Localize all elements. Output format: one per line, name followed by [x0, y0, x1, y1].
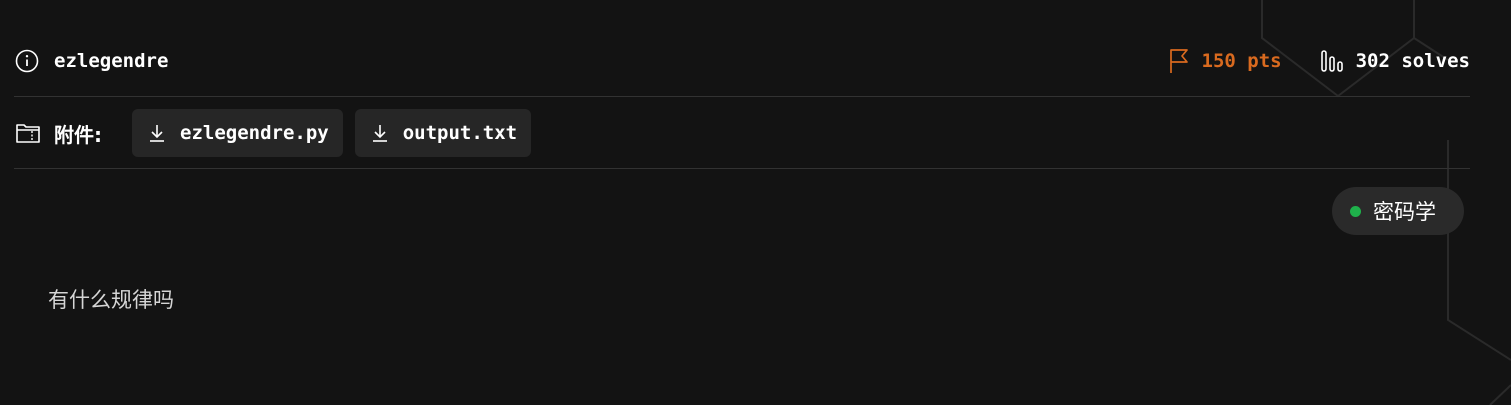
download-icon	[148, 123, 166, 143]
solves-value: 302 solves	[1355, 50, 1470, 72]
category-label: 密码学	[1373, 200, 1436, 224]
challenge-header: ezlegendre 150 pts 302 solves	[14, 38, 1470, 84]
points-value: 150 pts	[1201, 50, 1282, 72]
category-status-dot	[1350, 205, 1361, 217]
attachment-filename: ezlegendre.py	[180, 122, 329, 144]
attachment-download-button[interactable]: output.txt	[354, 109, 532, 157]
attachments-row: 附件: ezlegendre.py output.txt	[14, 108, 543, 158]
attachments-label: 附件:	[54, 122, 102, 147]
challenge-stats: 150 pts 302 solves	[1168, 48, 1470, 74]
title-group: ezlegendre	[14, 48, 168, 74]
divider	[14, 168, 1470, 169]
solves-display: 302 solves	[1320, 49, 1470, 73]
divider	[14, 96, 1470, 97]
challenge-title: ezlegendre	[54, 50, 169, 72]
bar-chart-icon	[1320, 49, 1344, 73]
points-display: 150 pts	[1168, 48, 1282, 74]
folder-icon	[14, 119, 42, 147]
attachment-download-button[interactable]: ezlegendre.py	[132, 109, 343, 157]
attachment-filename: output.txt	[402, 122, 518, 144]
flag-icon	[1168, 48, 1190, 74]
challenge-description: 有什么规律吗	[48, 288, 174, 312]
info-icon	[14, 48, 40, 74]
category-tag[interactable]: 密码学	[1332, 187, 1464, 235]
download-icon	[371, 123, 389, 143]
